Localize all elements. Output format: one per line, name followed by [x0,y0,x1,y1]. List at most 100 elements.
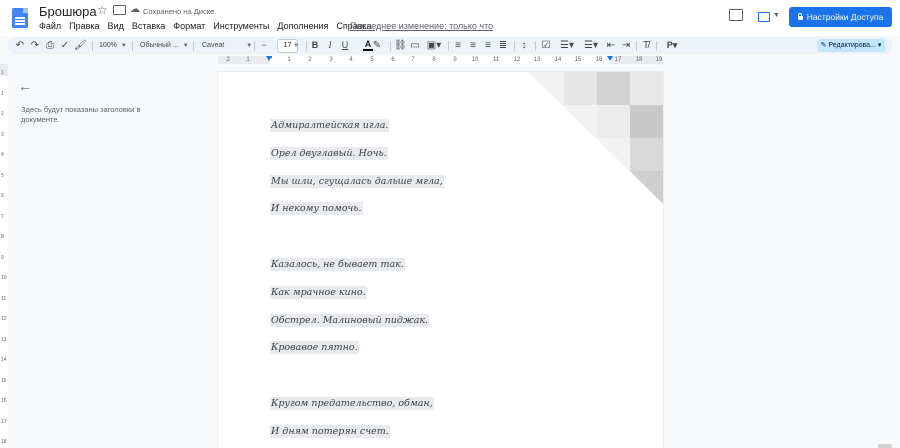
present-button[interactable]: ▼ [754,8,780,26]
increase-font-size-button[interactable]: + [291,37,301,54]
align-center-icon[interactable]: ≡ [467,37,479,54]
decor-tile [597,105,630,138]
menu-edit[interactable]: Правка [69,21,99,31]
cloud-saved-icon[interactable]: ☁ [130,4,140,15]
decrease-indent-icon[interactable]: ⇤ [605,37,617,54]
ruler-tick-label: 12 [1,316,7,322]
add-comment-icon[interactable]: ▭ [409,37,421,54]
scrollbar-thumb[interactable] [878,444,892,448]
checklist-icon[interactable]: ☑ [539,37,553,54]
star-icon[interactable]: ☆ [97,3,108,17]
input-tools-icon[interactable]: P▾ [660,37,684,54]
document-text-line[interactable]: Мы шли, сгущалась дальше мгла, [270,174,444,188]
spellcheck-icon[interactable]: ✓ [59,37,71,54]
document-text-line[interactable]: Адмиралтейская игла. [270,119,390,132]
editing-mode-label: Редактирова... [828,42,876,49]
menu-view[interactable]: Вид [108,21,124,31]
menu-file[interactable]: Файл [39,21,61,31]
print-icon[interactable]: ⎙ [44,37,56,54]
ruler-tick-label: 9 [1,254,4,261]
menu-insert[interactable]: Вставка [132,21,165,31]
back-arrow-icon[interactable]: ← [18,79,32,93]
document-text-line[interactable]: Как мрачное кино. [270,285,367,299]
italic-icon[interactable]: I [325,37,335,54]
ruler-tick-label: 2 [308,57,312,63]
bullet-list-icon[interactable]: ☰▾ [557,37,577,54]
divider [514,41,515,51]
line-spacing-icon[interactable]: ↕ [518,37,530,54]
ruler-tick-label: 7 [1,213,4,220]
comment-icon[interactable] [729,9,743,21]
menu-format[interactable]: Формат [173,21,205,31]
increase-indent-icon[interactable]: ⇥ [620,37,632,54]
font-select[interactable]: Caveat ▼ [202,37,252,54]
ruler-tick-label: 1 [1,70,4,76]
link-icon[interactable]: ⛓ [394,37,407,54]
share-label: Настройки Доступа [806,12,884,22]
document-text-line[interactable]: И дням потерян счет. [270,424,390,438]
document-text-line[interactable]: Кровавое пятно. [270,341,359,355]
ruler-tick-label: 13 [533,57,541,63]
horizontal-ruler[interactable]: 2 1 1 2 3 4 5 6 7 8 9 10 11 12 13 14 15 16 17 18 19 [218,56,663,64]
divider [193,41,194,51]
redo-icon[interactable]: ↷ [29,37,41,54]
style-select[interactable]: Обычный ... ▼ [140,37,189,54]
align-right-icon[interactable]: ≡ [482,37,494,54]
font-value: Caveat [202,42,225,49]
decrease-font-size-button[interactable]: − [259,37,269,54]
editing-mode-button[interactable]: ✎ Редактирова... ▾ [817,39,885,52]
ruler-tick-label: 15 [1,377,7,384]
vertical-ruler[interactable]: 1 1 2 3 4 5 6 7 8 9 10 11 12 13 14 15 16 17 18 [0,64,8,448]
decor-tile [564,72,597,105]
menu-tools[interactable]: Инструменты [213,21,269,31]
ruler-tick-label: 18 [1,439,7,445]
ruler-tick-label: 5 [370,57,374,63]
ruler-tick-label: 10 [1,275,7,281]
ruler-tick-label: 14 [1,357,7,363]
ruler-tick-label: 8 [432,57,436,63]
document-text-line[interactable]: Обстрел. Малиновый пиджак. [270,313,430,327]
document-text-line[interactable]: Казалось, не бывает так. [270,258,405,271]
divider [656,41,657,51]
folder-icon[interactable] [113,5,126,15]
highlight-icon[interactable]: ✎ [371,37,383,54]
document-text-line[interactable]: Орел двуглавый. Ночь. [270,146,388,160]
zoom-select[interactable]: 100% ▼ [99,37,127,54]
share-button[interactable]: Настройки Доступа [789,7,892,27]
document-text-line[interactable]: И некому помочь. [270,202,363,216]
ruler-tick-label: 6 [391,57,395,63]
ruler-tick-label: 19 [655,57,663,63]
underline-icon[interactable]: U [340,37,350,54]
paint-format-icon[interactable]: 🖌︎ [74,37,87,54]
chevron-down-icon: ▼ [773,12,780,19]
menu-addons[interactable]: Дополнения [277,21,328,31]
right-indent-marker[interactable] [607,56,613,61]
numbered-list-icon[interactable]: ☰▾ [581,37,601,54]
undo-icon[interactable]: ↶ [14,37,26,54]
last-edit-link[interactable]: Последнее изменение: только что [350,21,493,31]
align-left-icon[interactable]: ≡ [452,37,464,54]
docs-logo-icon[interactable] [12,8,28,28]
divider [254,41,255,51]
left-indent-marker[interactable] [266,56,272,61]
save-status: Сохранено на Диске. [143,7,217,16]
insert-image-icon[interactable]: ▣▾ [424,37,444,54]
document-title[interactable]: Брошюра [39,4,97,19]
ruler-tick-label: 3 [329,57,333,63]
divider [636,41,637,51]
ruler-tick-label: 9 [453,57,457,63]
clear-formatting-icon[interactable]: T̸ [640,37,652,54]
ruler-tick-label: 10 [471,57,479,63]
bold-icon[interactable]: B [310,37,320,54]
chevron-down-icon: ▼ [246,43,253,49]
chevron-down-icon: ▼ [120,43,127,49]
document-page[interactable]: Адмиралтейская игла. Орел двуглавый. Ночь… [218,72,663,448]
document-text-line[interactable]: Кругом предательство, обман, [270,397,434,410]
decor-tile [597,72,630,105]
align-justify-icon[interactable]: ≣ [497,37,509,54]
title-bar: Брошюра ☆ ☁ Сохранено на Диске. Файл Пра… [0,0,900,36]
ruler-tick-label: 16 [1,398,7,404]
ruler-tick-label: 17 [1,418,7,425]
ruler-tick-label: 1 [246,57,250,63]
ruler-tick-label: 2 [226,57,230,63]
